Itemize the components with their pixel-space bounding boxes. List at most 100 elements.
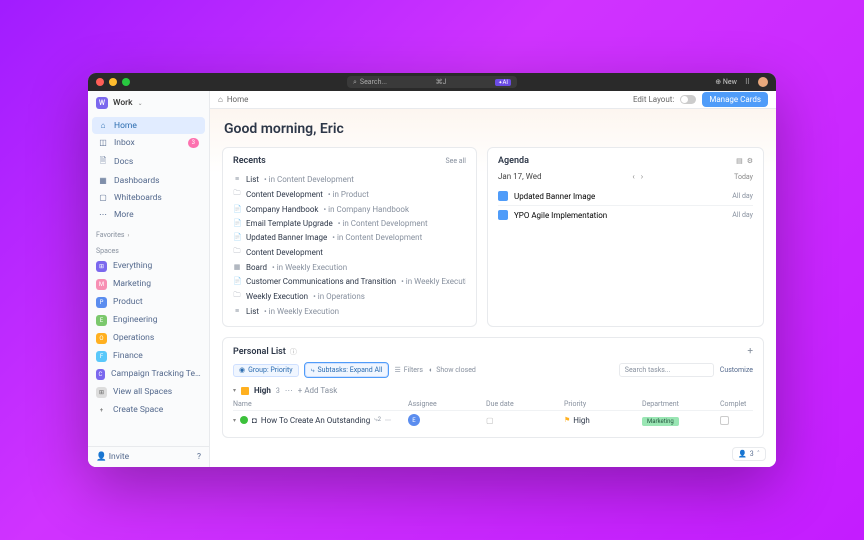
workspace-selector[interactable]: W Work ⌄	[88, 91, 209, 115]
group-chip[interactable]: ◉ Group: Priority	[233, 364, 299, 377]
topbar: ⌂Home Edit Layout: Manage Cards	[210, 91, 776, 109]
space-engineering[interactable]: EEngineering	[88, 311, 209, 329]
task-more-icon[interactable]: ⋯	[385, 417, 391, 424]
recent-item[interactable]: 🗀Weekly Execution • in Operations	[233, 288, 466, 304]
info-icon[interactable]: ⓘ	[290, 347, 297, 357]
column-headers: Name Assignee Due date Priority Departme…	[233, 398, 753, 411]
today-button[interactable]: Today	[734, 173, 753, 181]
close-window[interactable]	[96, 78, 104, 86]
search-icon: ⌕	[353, 78, 357, 87]
status-dot[interactable]	[240, 416, 248, 424]
space-product[interactable]: PProduct	[88, 293, 209, 311]
space-everything[interactable]: ⊞Everything	[88, 257, 209, 275]
add-card-icon[interactable]: +	[747, 346, 753, 357]
inbox-badge: 3	[188, 138, 199, 148]
task-search-input[interactable]: Search tasks...	[619, 363, 714, 377]
maximize-window[interactable]	[122, 78, 130, 86]
spaces-section: Spaces	[88, 241, 209, 257]
invite-button[interactable]: 👤 Invite	[96, 452, 129, 462]
chevron-down-icon: ⌄	[138, 100, 143, 107]
task-row[interactable]: ▾ ◘ How To Create An Outstanding ⤷2 ⋯ E …	[233, 411, 753, 429]
calendar-icon[interactable]: ▢	[486, 416, 494, 425]
recent-item[interactable]: 🗀Content Development • in Product	[233, 186, 466, 202]
recent-item[interactable]: 📄Company Handbook • in Company Handbook	[233, 202, 466, 216]
view-all-spaces[interactable]: ⊞View all Spaces	[88, 383, 209, 401]
edit-layout-toggle[interactable]	[680, 95, 696, 104]
department-tag[interactable]: Marketing	[642, 417, 679, 426]
flag-icon	[241, 387, 249, 395]
user-avatar[interactable]	[758, 77, 768, 87]
space-marketing[interactable]: MMarketing	[88, 275, 209, 293]
add-task-button[interactable]: + Add Task	[298, 386, 337, 395]
recent-item[interactable]: 📄Updated Banner Image • in Content Devel…	[233, 230, 466, 244]
agenda-card: Agenda ▤ ⚙ Jan 17, Wed ‹ › Today Updated Ba…	[487, 147, 764, 327]
workspace-icon: W	[96, 97, 108, 109]
recents-card: Recents See all ≡List • in Content Develo…	[222, 147, 477, 327]
recent-item[interactable]: 📄Customer Communications and Transition …	[233, 274, 466, 288]
minimize-window[interactable]	[109, 78, 117, 86]
breadcrumb[interactable]: ⌂Home	[218, 95, 248, 104]
recent-item[interactable]: 🗀Content Development	[233, 244, 466, 260]
space-finance[interactable]: FFinance	[88, 347, 209, 365]
filters-button[interactable]: ☰ Filters	[394, 366, 423, 374]
nav-inbox[interactable]: ◫Inbox3	[92, 134, 205, 151]
nav-home[interactable]: ⌂Home	[92, 117, 205, 134]
customize-button[interactable]: Customize	[720, 366, 753, 374]
more-icon: ⋯	[98, 210, 108, 219]
show-closed-toggle[interactable]: ◐ Show closed	[429, 366, 476, 374]
agenda-item[interactable]: Updated Banner ImageAll day	[498, 187, 753, 205]
global-search[interactable]: ⌕Search... ⌘J ✦AI	[347, 76, 517, 88]
main-content: ⌂Home Edit Layout: Manage Cards Good mor…	[210, 91, 776, 467]
nav-dashboards[interactable]: ▦Dashboards	[92, 172, 205, 189]
group-more-icon[interactable]: ⋯	[285, 386, 293, 395]
expand-icon[interactable]: ▾	[233, 417, 236, 424]
priority-flag-icon: ⚑	[564, 416, 570, 424]
next-day[interactable]: ›	[641, 172, 643, 181]
dashboards-icon: ▦	[98, 176, 108, 185]
favorites-section[interactable]: Favorites ›	[88, 225, 209, 241]
agenda-date: Jan 17, Wed	[498, 172, 541, 181]
prev-day[interactable]: ‹	[632, 172, 634, 181]
agenda-item[interactable]: YPO Agile ImplementationAll day	[498, 205, 753, 224]
window-chrome: ⌕Search... ⌘J ✦AI ⊕ New ⠿	[88, 73, 776, 91]
recent-item[interactable]: ▦Board • in Weekly Execution	[233, 260, 466, 274]
nav-whiteboards[interactable]: ▢Whiteboards	[92, 189, 205, 206]
space-campaign-tracking-template[interactable]: CCampaign Tracking Template	[88, 365, 209, 383]
subtask-count: ⤷2	[374, 416, 381, 424]
recent-item[interactable]: ≡List • in Weekly Execution	[233, 304, 466, 318]
ai-button[interactable]: ✦AI	[495, 79, 511, 86]
docs-icon: 🗎	[98, 155, 108, 169]
manage-cards-button[interactable]: Manage Cards	[702, 92, 768, 107]
complete-checkbox[interactable]	[720, 416, 729, 425]
personal-title: Personal List	[233, 347, 286, 357]
app-window: ⌕Search... ⌘J ✦AI ⊕ New ⠿ W Work ⌄ ⌂Home…	[88, 73, 776, 467]
whiteboards-icon: ▢	[98, 193, 108, 202]
nav-docs[interactable]: 🗎Docs	[92, 151, 205, 172]
assignee-avatar[interactable]: E	[408, 414, 420, 426]
personal-list-card: Personal List ⓘ + ◉ Group: Priority ⤷ Subt…	[222, 337, 764, 438]
help-icon[interactable]: ?	[197, 452, 201, 462]
recents-title: Recents	[233, 156, 266, 166]
inbox-icon: ◫	[98, 138, 108, 147]
greeting: Good morning, Eric	[224, 121, 764, 137]
sidebar: W Work ⌄ ⌂Home ◫Inbox3 🗎Docs ▦Dashboards…	[88, 91, 210, 467]
grid-icon[interactable]: ⠿	[745, 78, 750, 86]
space-operations[interactable]: OOperations	[88, 329, 209, 347]
nav-more[interactable]: ⋯More	[92, 206, 205, 223]
recents-see-all[interactable]: See all	[445, 157, 466, 165]
calendar-icon[interactable]: ▤	[736, 157, 743, 165]
task-name: How To Create An Outstanding	[261, 416, 370, 425]
settings-icon[interactable]: ⚙	[747, 157, 753, 165]
floating-counter[interactable]: 👤3ˆ	[732, 447, 766, 461]
new-button[interactable]: ⊕ New	[715, 78, 737, 86]
collapse-icon: ▾	[233, 387, 236, 394]
home-icon: ⌂	[98, 121, 108, 130]
edit-layout-label: Edit Layout:	[633, 95, 674, 104]
priority-group-high[interactable]: ▾ High 3 ⋯ + Add Task	[233, 383, 753, 398]
agenda-title: Agenda	[498, 156, 529, 166]
subtasks-chip[interactable]: ⤷ Subtasks: Expand All	[305, 363, 389, 377]
recent-item[interactable]: ≡List • in Content Development	[233, 172, 466, 186]
home-icon: ⌂	[218, 95, 223, 104]
recent-item[interactable]: 📄Email Template Upgrade • in Content Dev…	[233, 216, 466, 230]
create-space[interactable]: +Create Space	[88, 401, 209, 419]
